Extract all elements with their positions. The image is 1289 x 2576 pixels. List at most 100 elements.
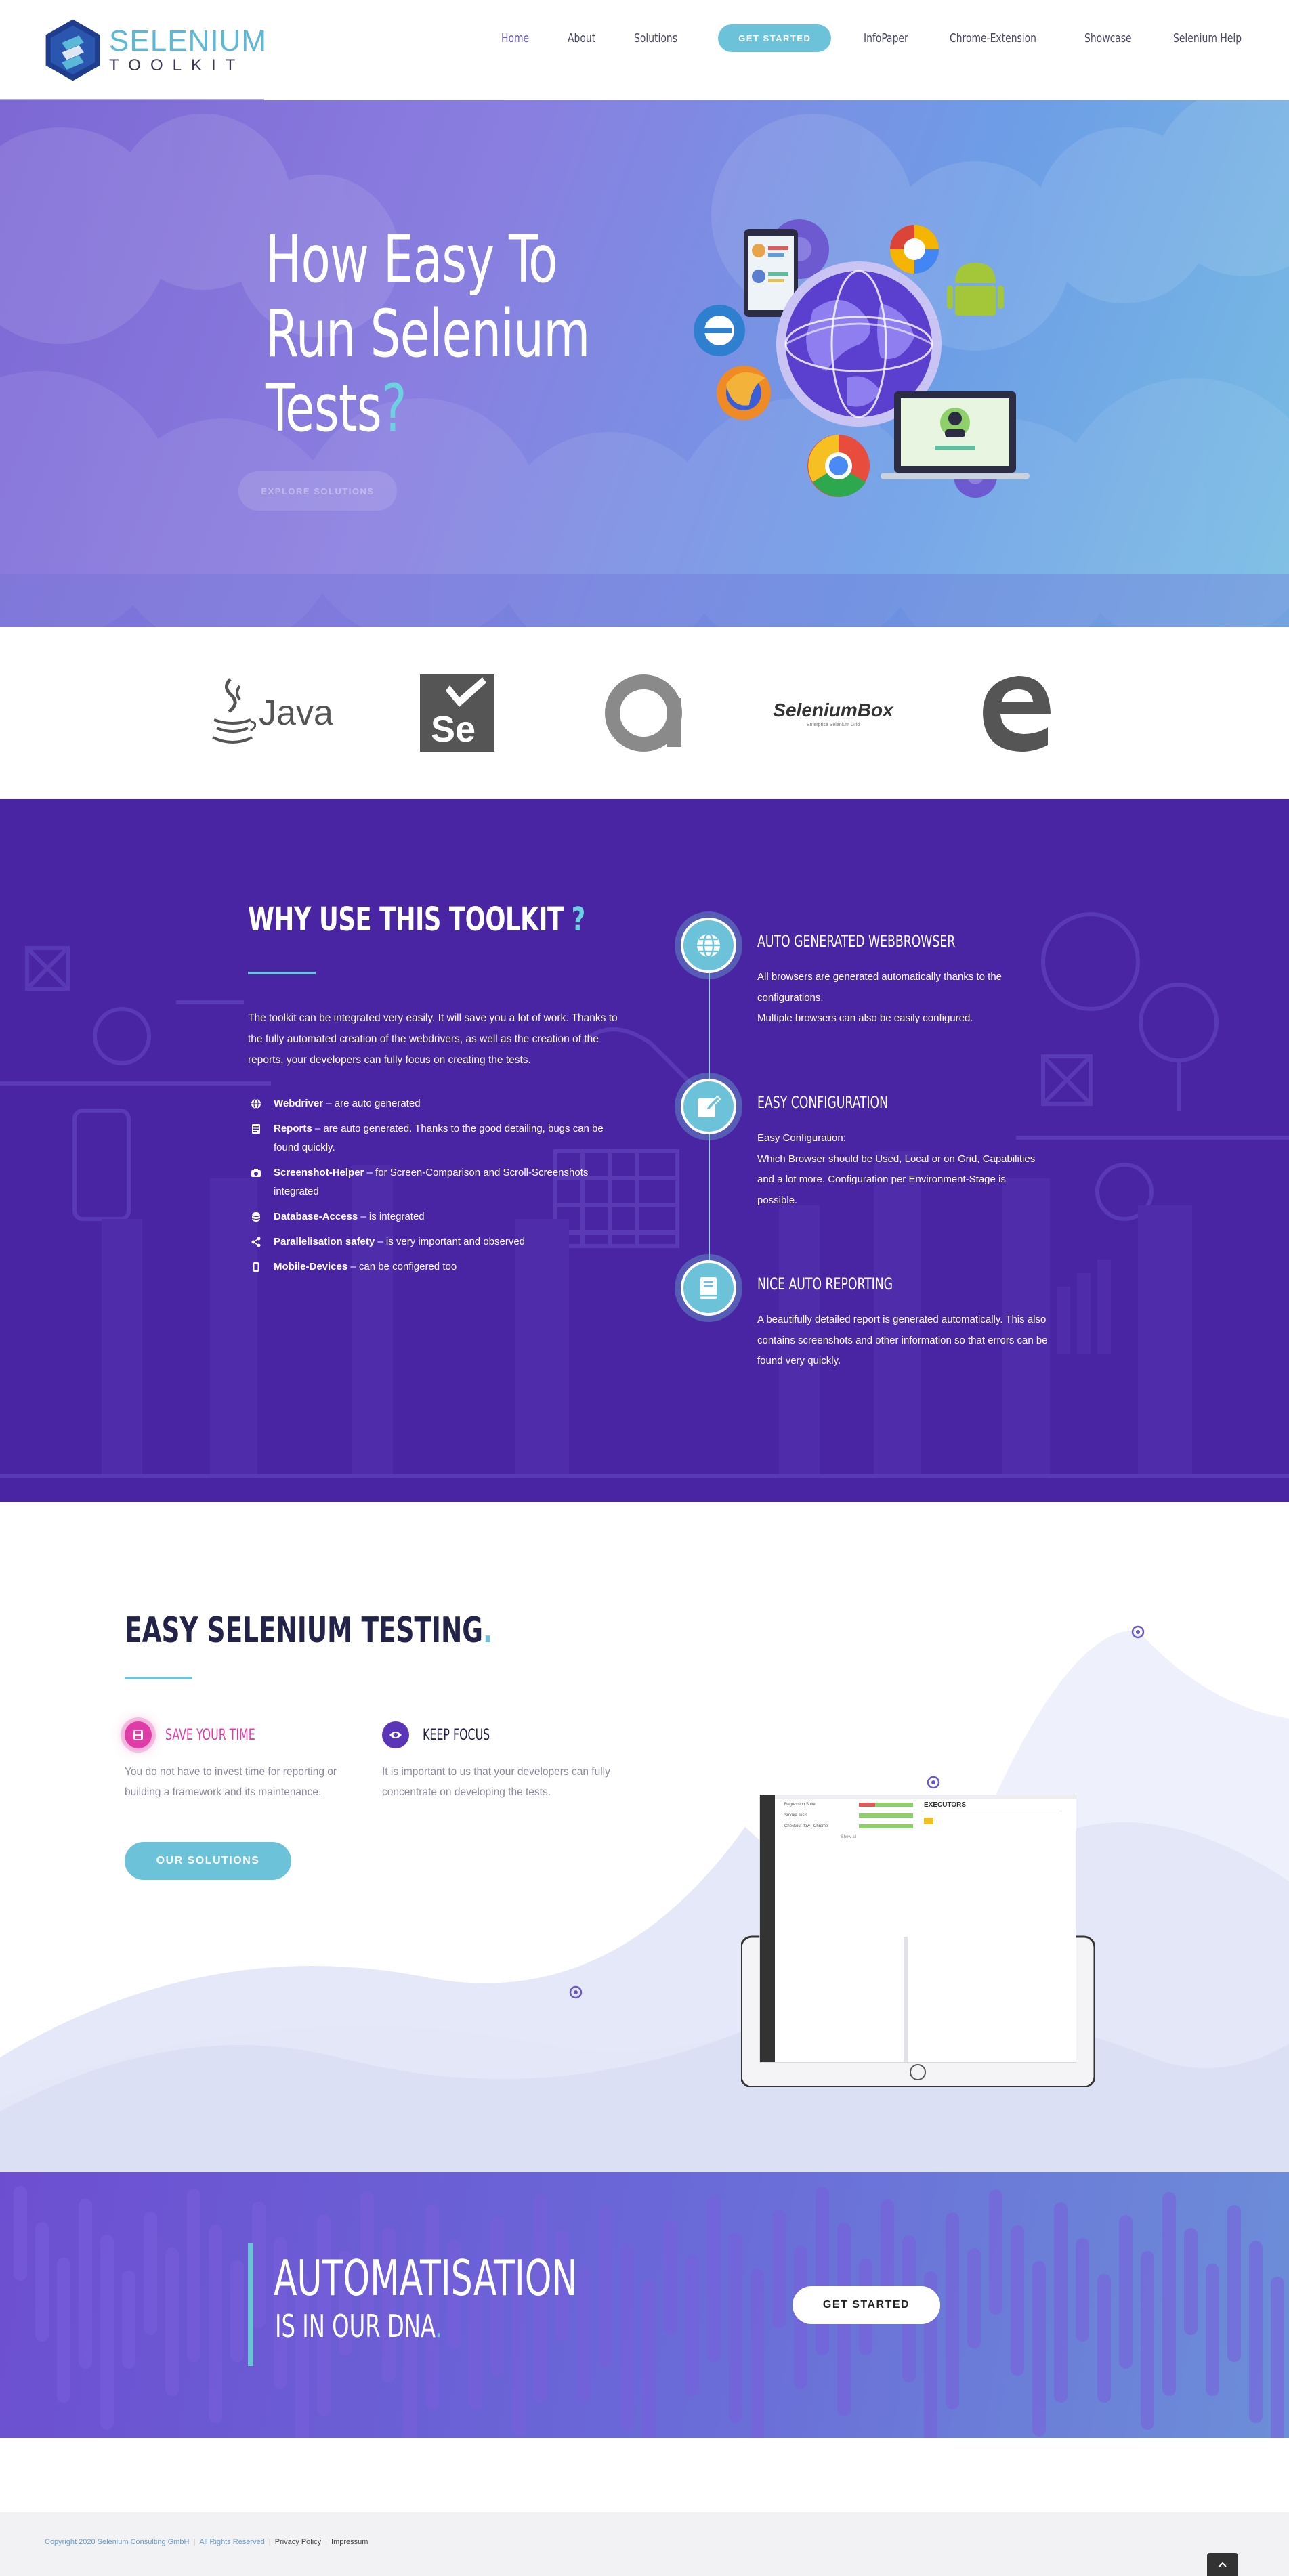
dna-pattern-bar bbox=[57, 2258, 70, 2403]
service-title: SAVE YOUR TIME bbox=[165, 1727, 255, 1744]
selenium-logo: Se bbox=[420, 662, 494, 764]
why-title-text: WHY USE THIS TOOLKIT bbox=[248, 901, 564, 939]
logo-wordmark: SELENIUM TOOLKIT bbox=[109, 26, 267, 74]
why-title-underline bbox=[248, 972, 316, 974]
executors-title: EXECUTORS bbox=[924, 1801, 967, 1809]
dna-pattern-bar bbox=[816, 2187, 829, 2355]
java-logo: Java bbox=[203, 662, 339, 764]
logo-line1: SELENIUM bbox=[109, 24, 267, 58]
nav-selenium-help[interactable]: Selenium Help bbox=[1173, 31, 1242, 45]
dna-pattern-bar bbox=[751, 2269, 764, 2438]
footer-separator: | bbox=[268, 2538, 271, 2546]
nav-get-started-button[interactable]: GET STARTED bbox=[718, 24, 832, 52]
table-row: Regression Suite bbox=[784, 1803, 913, 1807]
report-row-label: Smoke Tests bbox=[784, 1813, 808, 1818]
list-item-text: – is very important and observed bbox=[375, 1236, 526, 1247]
dna-pattern-bar bbox=[1227, 2205, 1241, 2362]
dna-get-started-button[interactable]: GET STARTED bbox=[793, 2286, 940, 2324]
report-row-label: Checkout flow - Chrome bbox=[784, 1824, 828, 1828]
list-item-text: – can be configered too bbox=[347, 1261, 457, 1272]
dna-line2-text: IS IN OUR DNA bbox=[275, 2308, 436, 2344]
dna-pattern-bar bbox=[1249, 2241, 1263, 2423]
dna-pattern-bar bbox=[252, 2202, 266, 2328]
list-item-bold: Screenshot-Helper bbox=[274, 1167, 364, 1178]
dna-pattern-bar bbox=[729, 2233, 742, 2423]
footer-privacy-link[interactable]: Privacy Policy bbox=[275, 2538, 321, 2546]
appium-a-icon bbox=[605, 674, 682, 752]
dna-line2-mark: . bbox=[435, 2308, 442, 2344]
dna-pattern-bar bbox=[1054, 2202, 1068, 2403]
list-item: Parallelisation safety – is very importa… bbox=[248, 1232, 627, 1251]
list-item-bold: Webdriver bbox=[274, 1098, 324, 1109]
tablet-executors-panel: EXECUTORS bbox=[924, 1801, 1059, 1828]
dna-pattern-bar bbox=[1141, 2251, 1154, 2430]
mountains-background bbox=[0, 1625, 1289, 2172]
list-item: Database-Access – is integrated bbox=[248, 1207, 627, 1226]
nav-home[interactable]: Home bbox=[501, 31, 529, 45]
dna-pattern-bar bbox=[642, 2279, 656, 2438]
nav-about[interactable]: About bbox=[568, 31, 595, 45]
feature-icon-circle bbox=[681, 918, 736, 973]
nav-showcase[interactable]: Showcase bbox=[1084, 31, 1132, 45]
dna-pattern-bar bbox=[144, 2212, 157, 2335]
feature-title: AUTO GENERATED WEBBROWSER bbox=[757, 932, 956, 951]
mobile-icon bbox=[253, 1262, 259, 1272]
floppy-disk-icon bbox=[133, 1730, 143, 1740]
dna-pattern-bar bbox=[707, 2197, 721, 2362]
report-status-bar bbox=[859, 1824, 913, 1828]
nav-solutions[interactable]: Solutions bbox=[634, 31, 677, 45]
hero-title: How Easy To Run Selenium Tests? bbox=[266, 222, 645, 446]
dna-pattern-bar bbox=[620, 2243, 634, 2430]
dna-pattern-bar bbox=[35, 2222, 49, 2342]
footer-imprint-link[interactable]: Impressum bbox=[331, 2538, 368, 2546]
easy-title-mark: . bbox=[483, 1610, 493, 1651]
logo-line2: TOOLKIT bbox=[109, 56, 245, 74]
database-icon bbox=[251, 1212, 261, 1222]
easy-title-text: EASY SELENIUM TESTING bbox=[125, 1610, 483, 1651]
why-feature-list: Webdriver – are auto generated Reports –… bbox=[248, 1094, 627, 1283]
dna-pattern-bar bbox=[122, 2271, 135, 2369]
list-item-bold: Reports bbox=[274, 1123, 312, 1134]
report-status-bar bbox=[859, 1813, 913, 1818]
nav-chrome-extension[interactable]: Chrome-Extension bbox=[950, 31, 1036, 45]
report-footer-link[interactable]: Show all bbox=[784, 1835, 913, 1839]
table-row: Checkout flow - Chrome bbox=[784, 1824, 913, 1828]
save-icon bbox=[125, 1721, 152, 1748]
hero-title-line3-text: Tests bbox=[266, 370, 382, 446]
nav-infopaper[interactable]: InfoPaper bbox=[864, 31, 908, 45]
share-icon bbox=[251, 1237, 261, 1247]
globe-icon bbox=[697, 932, 720, 958]
dna-line1: AUTOMATISATION bbox=[274, 2250, 578, 2306]
chevron-up-icon bbox=[1219, 2562, 1227, 2567]
list-item: Webdriver – are auto generated bbox=[248, 1094, 627, 1113]
report-icon bbox=[252, 1124, 260, 1134]
report-tablet-mockup: Regression Suite Smoke Tests Checkout fl… bbox=[741, 1795, 1095, 2087]
hero-section: How Easy To Run Selenium Tests? EXPLORE … bbox=[0, 100, 1289, 627]
tablet-report-rows: Regression Suite Smoke Tests Checkout fl… bbox=[784, 1803, 913, 1839]
dna-pattern-bar bbox=[209, 2225, 222, 2423]
dna-pattern-bar bbox=[599, 2207, 612, 2369]
dna-pattern-bar bbox=[425, 2204, 439, 2409]
why-title-mark: ? bbox=[571, 901, 586, 939]
feature-title: EASY CONFIGURATION bbox=[757, 1093, 889, 1112]
seleniumbox-logo-subtext: Enterprise Selenium Grid bbox=[806, 722, 860, 727]
why-description: The toolkit can be integrated very easil… bbox=[248, 1012, 618, 1066]
list-item: Reports – are auto generated. Thanks to … bbox=[248, 1119, 627, 1157]
service-text: You do not have to invest time for repor… bbox=[125, 1766, 337, 1798]
footer-rights: All Rights Reserved bbox=[199, 2538, 265, 2546]
main-nav: Home About Solutions GET STARTED InfoPap… bbox=[501, 24, 1286, 52]
hero-title-line3: Tests? bbox=[266, 371, 576, 446]
our-solutions-button[interactable]: OUR SOLUTIONS bbox=[125, 1842, 291, 1880]
dna-pattern-bar bbox=[664, 2220, 677, 2335]
dna-pattern-bar bbox=[685, 2256, 699, 2396]
camera-icon bbox=[251, 1169, 261, 1177]
seleniumbox-logo: SeleniumBox Enterprise Selenium Grid bbox=[759, 662, 908, 764]
site-logo[interactable]: SELENIUM TOOLKIT bbox=[43, 15, 267, 85]
explore-solutions-button[interactable]: EXPLORE SOLUTIONS bbox=[238, 471, 397, 511]
back-to-top-button[interactable] bbox=[1207, 2553, 1238, 2576]
easy-testing-section: EASY SELENIUM TESTING. SAVE YOUR TIME Yo… bbox=[0, 1502, 1289, 2172]
dna-pattern-bar bbox=[100, 2235, 114, 2430]
hero-title-line2: Run Selenium bbox=[266, 296, 590, 372]
dna-pattern-bar bbox=[946, 2212, 959, 2409]
dna-pattern-bar bbox=[1032, 2261, 1046, 2437]
